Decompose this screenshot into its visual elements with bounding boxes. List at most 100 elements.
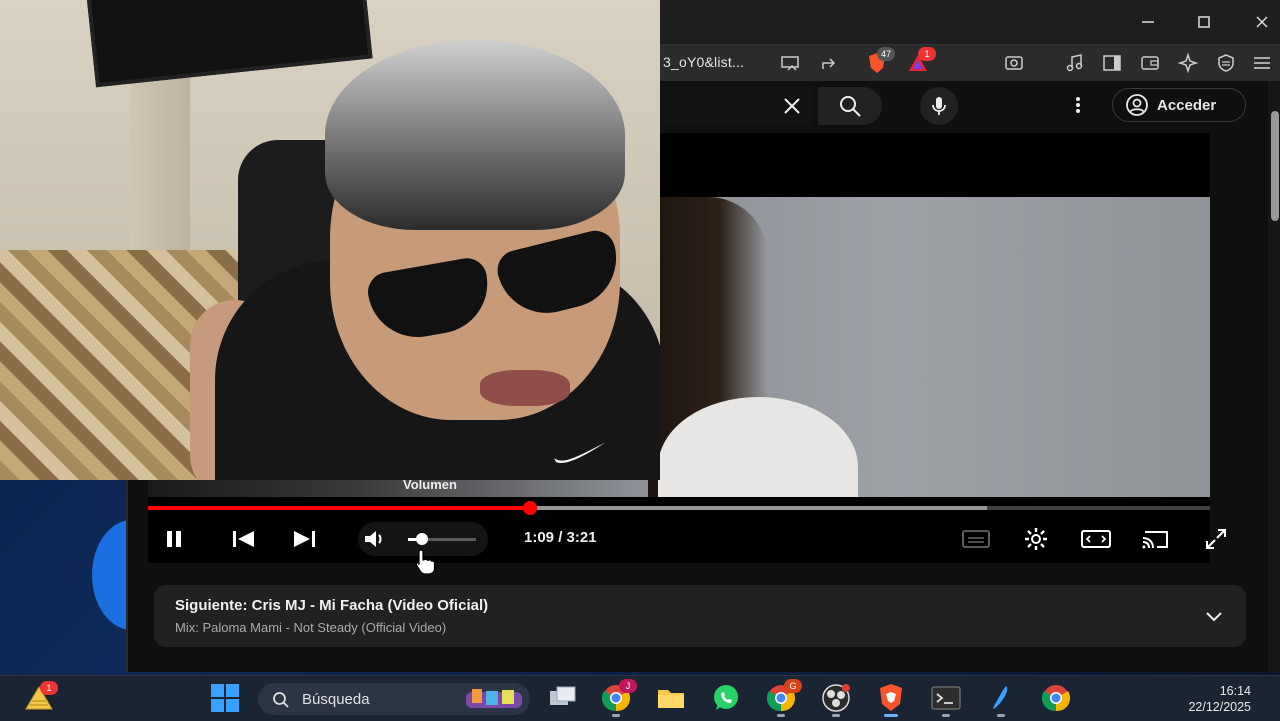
rewards-badge: 1 [918,47,936,61]
mute-button[interactable] [363,527,389,551]
expand-button[interactable] [1202,604,1226,628]
pause-button[interactable] [158,523,190,555]
windows-start-icon [211,684,239,712]
windows-taskbar: 1 Búsqueda J G 16:14 22/12/2025 [0,675,1280,721]
running-indicator [612,714,620,717]
clear-search-icon[interactable] [783,97,801,115]
voice-search-button[interactable] [920,87,958,125]
minimize-icon [1142,21,1154,23]
pen-feather-icon [993,686,1008,709]
taskbar-obs[interactable] [821,683,851,717]
youtube-search-button[interactable] [818,87,882,125]
volume-icon [365,531,382,547]
minimize-button[interactable] [1128,8,1168,36]
running-indicator [997,714,1005,717]
chevron-down-icon [1206,612,1222,622]
chrome-icon [1041,685,1071,712]
running-indicator [777,714,785,717]
running-indicator [942,714,950,717]
address-bar-url[interactable]: 3_oY0&list... [663,54,744,70]
leo-ai-button[interactable] [1176,51,1200,75]
nike-logo-icon [554,442,606,464]
media-controls-button[interactable] [1063,51,1087,75]
previous-button[interactable] [228,523,260,555]
terminal-icon [931,686,961,710]
youtube-settings-menu-button[interactable] [1068,93,1088,117]
taskbar-chrome-3[interactable] [1041,683,1071,713]
more-vert-icon [1076,97,1080,113]
scrollbar-thumb[interactable] [1271,111,1279,221]
subtitles-icon [962,530,990,548]
taskbar-search-box[interactable]: Búsqueda [258,683,530,715]
close-icon [1256,16,1268,28]
system-clock[interactable]: 16:14 22/12/2025 [1188,683,1251,715]
share-icon [822,58,836,69]
running-indicator [832,714,840,717]
up-next-title: Siguiente: Cris MJ - Mi Facha (Video Ofi… [175,597,489,614]
volume-slider[interactable] [408,533,476,545]
task-view-button[interactable] [548,683,578,713]
vpn-button[interactable] [1214,51,1238,75]
brave-rewards-button[interactable]: 1 [906,47,936,75]
music-note-icon [1066,54,1083,72]
taskbar-pen-app[interactable] [986,683,1016,717]
maximize-button[interactable] [1184,8,1224,36]
cast-icon [1142,531,1168,549]
signin-label: Acceder [1157,96,1217,114]
taskbar-chrome-profile-2[interactable]: G [766,679,802,717]
brave-shields-button[interactable]: 47 [865,47,895,75]
share-button[interactable] [818,51,842,75]
up-next-card[interactable]: Siguiente: Cris MJ - Mi Facha (Video Ofi… [154,585,1246,647]
brave-lion-icon [880,684,902,711]
hand-pointer-cursor-icon [415,549,436,575]
cast-tab-button[interactable] [778,51,802,75]
chrome-profile-badge-2: G [784,679,802,693]
taskbar-brave[interactable] [876,683,906,717]
screenshot-button[interactable] [1002,51,1026,75]
sidebar-toggle-button[interactable] [1100,51,1124,75]
clock-date: 22/12/2025 [1188,700,1251,714]
whatsapp-icon [714,685,738,710]
theater-mode-button[interactable] [1080,523,1112,555]
wallet-button[interactable] [1138,51,1162,75]
progress-played [148,506,531,510]
volume-knob[interactable] [415,533,428,545]
taskbar-whatsapp[interactable] [711,683,741,713]
skip-next-icon [294,531,315,547]
account-circle-icon [1126,94,1148,116]
close-window-button[interactable] [1242,8,1280,36]
taskbar-search-placeholder: Búsqueda [302,691,370,708]
fullscreen-icon [1206,529,1226,549]
sidebar-icon [1103,55,1121,71]
sparkle-icon [1178,53,1198,73]
signin-button[interactable]: Acceder [1112,88,1246,122]
widgets-button[interactable]: 1 [24,681,58,713]
clock-time: 16:14 [1219,684,1251,698]
taskbar-file-explorer[interactable] [656,683,686,713]
webcam-person-hair [325,40,625,230]
cast-button[interactable] [1140,523,1172,555]
up-next-subtitle: Mix: Paloma Mami - Not Steady (Official … [175,620,447,635]
progress-bar[interactable] [148,501,1210,515]
pause-icon [167,531,181,547]
theater-mode-icon [1081,530,1111,548]
search-icon [273,692,289,708]
wallet-icon [1141,56,1159,70]
cast-tab-icon [781,56,799,71]
main-menu-button[interactable] [1250,51,1274,75]
settings-button[interactable] [1020,523,1052,555]
progress-scrubber[interactable] [523,501,538,515]
start-button[interactable] [210,683,240,713]
screenshot-icon [1005,56,1023,70]
next-button[interactable] [288,523,320,555]
search-icon [840,96,861,117]
taskbar-terminal[interactable] [931,683,961,717]
shields-count-badge: 47 [877,47,895,61]
subtitles-button[interactable] [960,523,992,555]
page-scrollbar[interactable] [1268,81,1280,672]
taskbar-chrome-profile-1[interactable]: J [601,679,637,717]
time-display: 1:09 / 3:21 [524,529,597,546]
folder-icon [658,690,684,708]
webcam-overlay [0,0,660,480]
fullscreen-button[interactable] [1200,523,1232,555]
